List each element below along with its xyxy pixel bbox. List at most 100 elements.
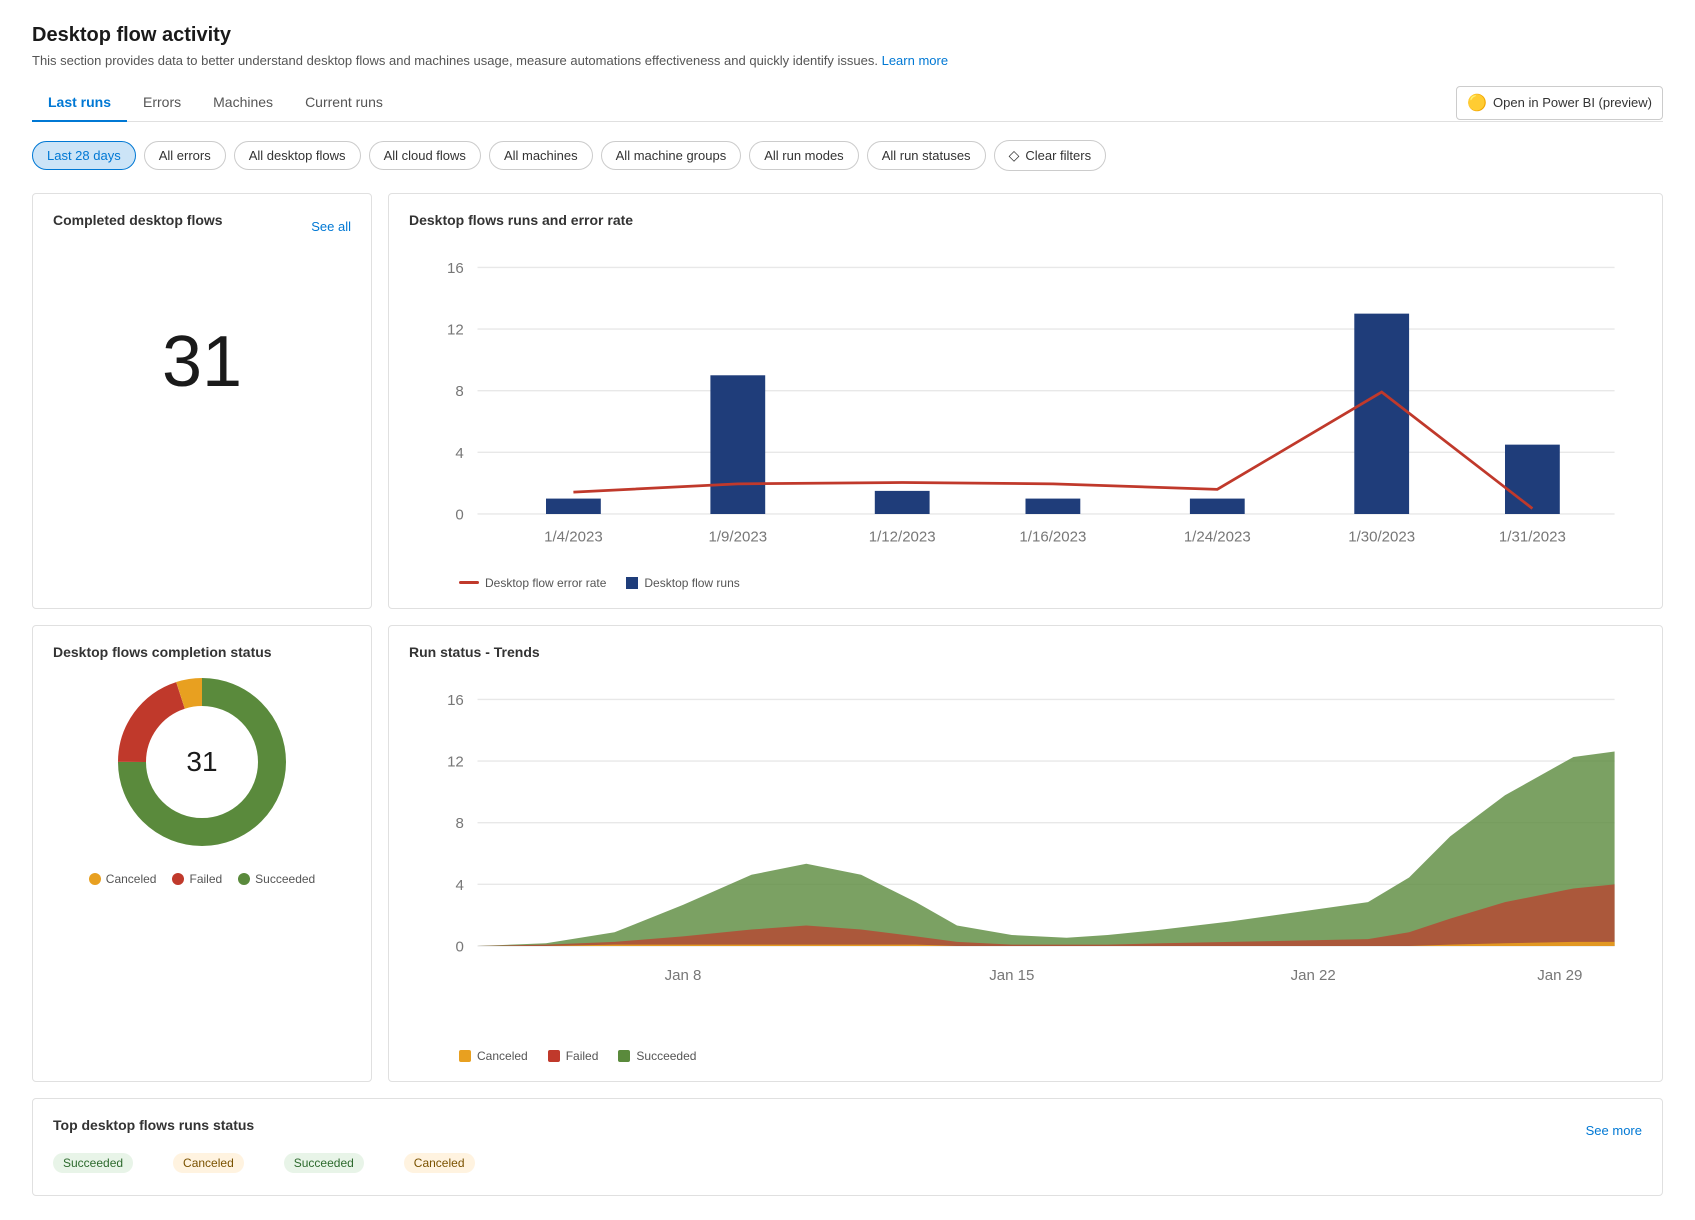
learn-more-link[interactable]: Learn more (882, 53, 948, 68)
svg-text:1/16/2023: 1/16/2023 (1019, 528, 1086, 545)
filter-all-machine-groups[interactable]: All machine groups (601, 141, 742, 170)
trend-chart-card: Run status - Trends 16 12 8 4 0 (388, 625, 1663, 1082)
canceled-dot (89, 873, 101, 885)
status-badge-succeeded-2: Succeeded (284, 1153, 364, 1173)
filter-all-errors[interactable]: All errors (144, 141, 226, 170)
failed-dot (172, 873, 184, 885)
status-badge-succeeded-1: Succeeded (53, 1153, 133, 1173)
trend-failed-label: Failed (566, 1049, 599, 1063)
svg-text:8: 8 (455, 815, 463, 832)
legend-failed: Failed (172, 872, 222, 886)
succeeded-area (478, 751, 1615, 946)
succeeded-label: Succeeded (255, 872, 315, 886)
see-more-link[interactable]: See more (1586, 1123, 1642, 1138)
status-badge-canceled-1: Canceled (173, 1153, 244, 1173)
donut-chart-card: Desktop flows completion status 31 (32, 625, 372, 1082)
trend-chart-svg: 16 12 8 4 0 Jan 8 (409, 672, 1642, 1042)
legend-canceled: Canceled (89, 872, 157, 886)
completed-flows-title: Completed desktop flows (53, 212, 223, 228)
tab-last-runs[interactable]: Last runs (32, 84, 127, 122)
svg-text:12: 12 (447, 322, 464, 339)
svg-text:0: 0 (455, 938, 463, 955)
svg-text:Jan 8: Jan 8 (665, 967, 702, 984)
top-flows-header: Top desktop flows runs status See more (53, 1117, 1642, 1145)
trend-succeeded-icon (618, 1050, 630, 1062)
svg-text:0: 0 (455, 506, 463, 523)
status-badges-row: Succeeded Canceled Succeeded Canceled (53, 1153, 1642, 1177)
trend-canceled-icon (459, 1050, 471, 1062)
filter-all-run-modes[interactable]: All run modes (749, 141, 858, 170)
filter-last-28-days[interactable]: Last 28 days (32, 141, 136, 170)
svg-text:8: 8 (455, 383, 463, 400)
bar-chart-svg: 16 12 8 4 0 (409, 240, 1642, 569)
bar-chart-area: 16 12 8 4 0 (409, 240, 1642, 590)
legend-succeeded: Succeeded (238, 872, 315, 886)
svg-text:Jan 15: Jan 15 (989, 967, 1034, 984)
see-all-link[interactable]: See all (311, 219, 351, 234)
error-rate-label: Desktop flow error rate (485, 576, 606, 590)
canceled-label: Canceled (106, 872, 157, 886)
svg-text:1/24/2023: 1/24/2023 (1184, 528, 1251, 545)
svg-text:1/9/2023: 1/9/2023 (709, 528, 768, 545)
page-container: Desktop flow activity This section provi… (0, 0, 1695, 1220)
filter-all-machines[interactable]: All machines (489, 141, 593, 170)
legend-error-rate: Desktop flow error rate (459, 576, 606, 590)
top-flows-card: Top desktop flows runs status See more S… (32, 1098, 1663, 1196)
tab-errors[interactable]: Errors (127, 84, 197, 122)
donut-center-value: 31 (186, 746, 217, 778)
donut-container: 31 Canceled Failed Succeeded (53, 672, 351, 886)
error-rate-line-icon (459, 581, 479, 584)
filter-all-desktop-flows[interactable]: All desktop flows (234, 141, 361, 170)
legend-flow-runs: Desktop flow runs (626, 576, 739, 590)
succeeded-dot (238, 873, 250, 885)
svg-text:12: 12 (447, 753, 464, 770)
donut-legend: Canceled Failed Succeeded (89, 872, 315, 886)
svg-text:4: 4 (455, 877, 463, 894)
bar-chart-title: Desktop flows runs and error rate (409, 212, 1642, 228)
donut-svg-wrapper: 31 (112, 672, 292, 852)
completed-flows-count: 31 (53, 252, 351, 472)
completed-flows-header: Completed desktop flows See all (53, 212, 351, 240)
filters-bar: Last 28 days All errors All desktop flow… (32, 140, 1663, 171)
failed-label: Failed (189, 872, 222, 886)
svg-text:16: 16 (447, 692, 464, 709)
eraser-icon: ◇ (1009, 147, 1020, 164)
tab-machines[interactable]: Machines (197, 84, 289, 122)
trend-chart-title: Run status - Trends (409, 644, 1642, 660)
svg-text:1/12/2023: 1/12/2023 (869, 528, 936, 545)
trend-chart-legend: Canceled Failed Succeeded (409, 1049, 1642, 1063)
svg-text:1/4/2023: 1/4/2023 (544, 528, 603, 545)
completed-flows-card: Completed desktop flows See all 31 (32, 193, 372, 609)
tabs-bar: Last runs Errors Machines Current runs 🟡… (32, 84, 1663, 122)
trend-succeeded-label: Succeeded (636, 1049, 696, 1063)
page-title: Desktop flow activity (32, 24, 1663, 47)
filter-all-cloud-flows[interactable]: All cloud flows (369, 141, 481, 170)
svg-text:4: 4 (455, 445, 463, 462)
top-grid: Completed desktop flows See all 31 Deskt… (32, 193, 1663, 609)
page-subtitle: This section provides data to better und… (32, 53, 1663, 68)
trend-chart-area: 16 12 8 4 0 Jan 8 (409, 672, 1642, 1063)
trend-legend-succeeded: Succeeded (618, 1049, 696, 1063)
status-badge-canceled-2: Canceled (404, 1153, 475, 1173)
flow-runs-label: Desktop flow runs (644, 576, 739, 590)
tab-current-runs[interactable]: Current runs (289, 84, 399, 122)
svg-text:Jan 29: Jan 29 (1537, 967, 1582, 984)
bar-chart-legend: Desktop flow error rate Desktop flow run… (409, 576, 1642, 590)
svg-text:1/30/2023: 1/30/2023 (1348, 528, 1415, 545)
powerbi-icon: 🟡 (1467, 93, 1487, 113)
filter-all-run-statuses[interactable]: All run statuses (867, 141, 986, 170)
trend-legend-failed: Failed (548, 1049, 599, 1063)
top-flows-title: Top desktop flows runs status (53, 1117, 254, 1133)
svg-text:Jan 22: Jan 22 (1291, 967, 1336, 984)
bottom-grid: Desktop flows completion status 31 (32, 625, 1663, 1082)
svg-text:16: 16 (447, 260, 464, 277)
open-powerbi-button[interactable]: 🟡 Open in Power BI (preview) (1456, 86, 1663, 120)
bar-chart-card: Desktop flows runs and error rate 16 12 … (388, 193, 1663, 609)
trend-canceled-label: Canceled (477, 1049, 528, 1063)
tabs-list: Last runs Errors Machines Current runs (32, 84, 399, 121)
svg-text:1/31/2023: 1/31/2023 (1499, 528, 1566, 545)
clear-filters-button[interactable]: ◇ Clear filters (994, 140, 1107, 171)
trend-legend-canceled: Canceled (459, 1049, 528, 1063)
flow-runs-rect-icon (626, 577, 638, 589)
donut-chart-title: Desktop flows completion status (53, 644, 351, 660)
